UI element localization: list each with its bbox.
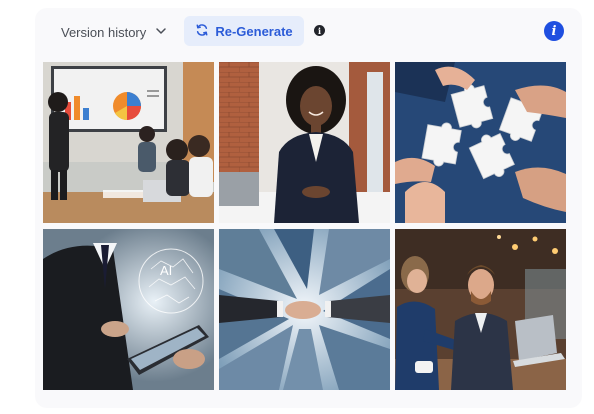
regenerate-button[interactable]: Re-Generate (184, 16, 304, 46)
image-tile-2[interactable] (219, 62, 390, 223)
chevron-down-icon (154, 24, 168, 41)
ai-tablet-image: AI (43, 229, 214, 390)
ai-label: AI (160, 263, 172, 278)
info-circle-icon[interactable]: i (544, 21, 564, 41)
presentation-image (43, 62, 214, 223)
version-history-dropdown[interactable]: Version history (61, 21, 168, 43)
toolbar: Version history Re-Generate i i (35, 8, 582, 56)
image-tile-4[interactable]: AI (43, 229, 214, 390)
image-tile-5[interactable] (219, 229, 390, 390)
regenerate-label: Re-Generate (215, 23, 293, 39)
skyscraper-handshake-image (219, 229, 390, 390)
businesswoman-image (219, 62, 390, 223)
info-icon[interactable]: i (314, 25, 325, 36)
image-panel: Version history Re-Generate i i AI (35, 8, 582, 408)
image-tile-3[interactable] (395, 62, 566, 223)
image-grid: AI (43, 62, 567, 390)
image-tile-1[interactable] (43, 62, 214, 223)
image-tile-6[interactable] (395, 229, 566, 390)
version-history-label: Version history (61, 24, 147, 40)
refresh-icon (195, 23, 209, 40)
puzzle-image (395, 62, 566, 223)
cafe-meeting-image (395, 229, 566, 390)
